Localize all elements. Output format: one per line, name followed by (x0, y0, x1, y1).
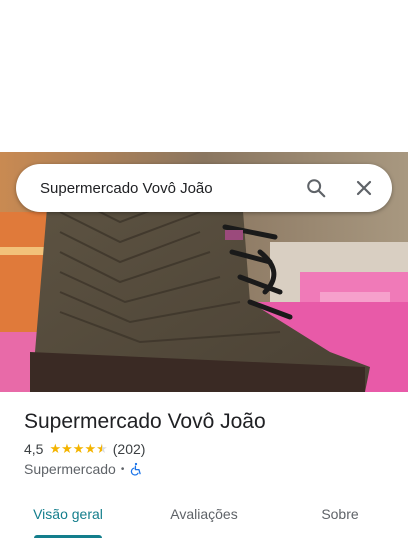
search-button[interactable] (292, 164, 340, 212)
reviews-count: (202) (112, 441, 146, 457)
tab-overview[interactable]: Visão geral (0, 494, 136, 538)
half-star-icon: ★ (96, 441, 108, 456)
star-icon: ★ (49, 441, 62, 456)
rating-value: 4,5 (24, 441, 44, 457)
place-info: Supermercado Vovô João 4,5 ★ ★ ★ ★ ★ (20… (0, 392, 408, 477)
search-input[interactable]: Supermercado Vovô João (16, 180, 292, 197)
tab-about[interactable]: Sobre (272, 494, 408, 534)
close-button[interactable] (340, 164, 388, 212)
category-row: Supermercado • (24, 461, 408, 477)
star-icon: ★ (72, 441, 85, 456)
place-tabs: Visão geral Avaliações Sobre (0, 494, 408, 538)
tab-reviews[interactable]: Avaliações (136, 494, 272, 534)
search-icon (307, 179, 326, 198)
place-title: Supermercado Vovô João (24, 410, 266, 433)
rating-row[interactable]: 4,5 ★ ★ ★ ★ ★ (202) (24, 441, 408, 457)
star-icon: ★ (61, 441, 73, 456)
star-icon: ★ (84, 441, 97, 456)
rating-stars: ★ ★ ★ ★ ★ (49, 442, 107, 456)
place-category: Supermercado (24, 461, 116, 477)
wheelchair-accessible-icon (131, 462, 142, 476)
separator: • (120, 463, 125, 475)
close-icon (356, 180, 372, 196)
search-bar[interactable]: Supermercado Vovô João (16, 164, 392, 212)
